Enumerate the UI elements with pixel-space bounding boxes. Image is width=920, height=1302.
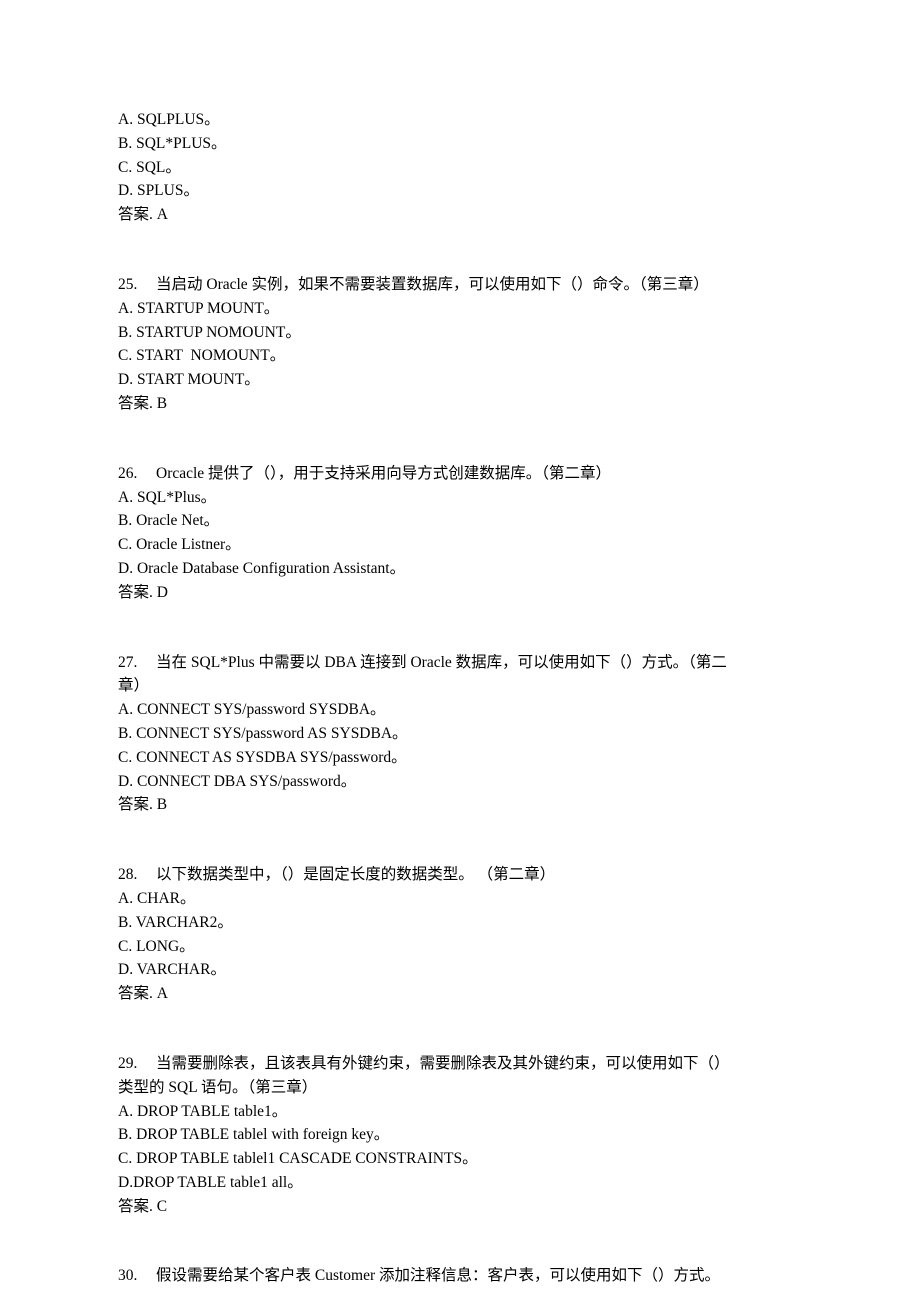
answer-option[interactable]: D. Oracle Database Configuration Assista… <box>118 557 790 581</box>
question-number: 30. <box>118 1267 138 1285</box>
answer-key: 答案. A <box>118 985 168 1003</box>
answer-option[interactable]: A. STARTUP MOUNT。 <box>118 297 790 321</box>
question-stem: 27. 当在 SQL*Plus 中需要以 DBA 连接到 Oracle 数据库，可… <box>118 651 790 675</box>
answer-option[interactable]: C. LONG。 <box>118 935 790 959</box>
question-number: 27. <box>118 653 138 671</box>
question-stem: 28. 以下数据类型中，（）是固定长度的数据类型。 （第二章） <box>118 863 790 887</box>
question-stem: 25. 当启动 Oracle 实例，如果不需要装置数据库，可以使用如下（）命令。（… <box>118 273 790 297</box>
answer-option[interactable]: B. STARTUP NOMOUNT。 <box>118 321 790 345</box>
answer-option[interactable]: A. DROP TABLE table1。 <box>118 1100 790 1124</box>
question-number: 26. <box>118 464 138 482</box>
question-number: 25. <box>118 275 138 293</box>
answer-key: 答案. B <box>118 796 168 814</box>
question-stem-text: 当启动 Oracle 实例，如果不需要装置数据库，可以使用如下（）命令。（第三章… <box>156 275 709 293</box>
answer-option[interactable]: A. CHAR。 <box>118 887 790 911</box>
answer-option[interactable]: D. SPLUS。 <box>118 179 790 203</box>
question-stem: 26. Orcacle 提供了（），用于支持采用向导方式创建数据库。（第二章） <box>118 462 790 486</box>
answer-key: 答案. A <box>118 206 168 224</box>
question-stem: 30. 假设需要给某个客户表 Customer 添加注释信息：客户表，可以使用如下… <box>118 1264 790 1288</box>
answer-option[interactable]: C. Oracle Listner。 <box>118 533 790 557</box>
answer-option[interactable]: C. START NOMOUNT。 <box>118 344 790 368</box>
answer-option[interactable]: B. CONNECT SYS/password AS SYSDBA。 <box>118 722 790 746</box>
question-block: 28. 以下数据类型中，（）是固定长度的数据类型。 （第二章） A. CHAR。 B.… <box>118 863 790 1006</box>
answer-option[interactable]: C. DROP TABLE tablel1 CASCADE CONSTRAINT… <box>118 1147 790 1171</box>
question-stem-text: 假设需要给某个客户表 Customer 添加注释信息：客户表，可以使用如下（）方… <box>156 1267 721 1285</box>
answer-option[interactable]: B. SQL*PLUS。 <box>118 132 790 156</box>
question-stem: 29. 当需要删除表，且该表具有外键约束，需要删除表及其外键约束，可以使用如下（） <box>118 1052 790 1076</box>
answer-option[interactable]: A. SQL*Plus。 <box>118 486 790 510</box>
question-stem-text: 当在 SQL*Plus 中需要以 DBA 连接到 Oracle 数据库，可以使用… <box>156 653 727 671</box>
answer-option[interactable]: D. START MOUNT。 <box>118 368 790 392</box>
question-number: 28. <box>118 866 138 884</box>
answer-option[interactable]: B. DROP TABLE tablel with foreign key。 <box>118 1123 790 1147</box>
question-number: 29. <box>118 1054 138 1072</box>
question-stem-text: 章） <box>118 677 150 695</box>
document-body: A. SQLPLUS。 B. SQL*PLUS。 C. SQL。 D. SPLUS。答… <box>118 108 790 1288</box>
answer-option[interactable]: D.DROP TABLE table1 all。 <box>118 1171 790 1195</box>
answer-option[interactable]: C. SQL。 <box>118 156 790 180</box>
question-stem-continued: 类型的 SQL 语句。（第三章） <box>118 1076 790 1100</box>
answer-key: 答案. C <box>118 1197 168 1215</box>
answer-key: 答案. B <box>118 394 168 412</box>
question-stem-text: 当需要删除表，且该表具有外键约束，需要删除表及其外键约束，可以使用如下（） <box>156 1054 730 1072</box>
answer-option[interactable]: A. CONNECT SYS/password SYSDBA。 <box>118 698 790 722</box>
question-stem-text: 以下数据类型中，（）是固定长度的数据类型。 （第二章） <box>156 866 556 884</box>
answer-option[interactable]: B. VARCHAR2。 <box>118 911 790 935</box>
answer-option[interactable]: D. CONNECT DBA SYS/password。 <box>118 770 790 794</box>
document-page: A. SQLPLUS。 B. SQL*PLUS。 C. SQL。 D. SPLUS。答… <box>0 0 920 1302</box>
answer-key: 答案. D <box>118 583 168 601</box>
question-block: 25. 当启动 Oracle 实例，如果不需要装置数据库，可以使用如下（）命令。（… <box>118 273 790 416</box>
question-block: 30. 假设需要给某个客户表 Customer 添加注释信息：客户表，可以使用如下… <box>118 1264 790 1288</box>
options-continuation-block: A. SQLPLUS。 B. SQL*PLUS。 C. SQL。 D. SPLUS。答… <box>118 108 790 227</box>
question-block: 27. 当在 SQL*Plus 中需要以 DBA 连接到 Oracle 数据库，可… <box>118 651 790 818</box>
answer-option[interactable]: D. VARCHAR。 <box>118 958 790 982</box>
question-block: 26. Orcacle 提供了（），用于支持采用向导方式创建数据库。（第二章） A.… <box>118 462 790 605</box>
question-stem-text: Orcacle 提供了（），用于支持采用向导方式创建数据库。（第二章） <box>156 464 612 482</box>
answer-option[interactable]: A. SQLPLUS。 <box>118 108 790 132</box>
answer-option[interactable]: B. Oracle Net。 <box>118 509 790 533</box>
answer-option[interactable]: C. CONNECT AS SYSDBA SYS/password。 <box>118 746 790 770</box>
question-stem-continued: 章） <box>118 674 790 698</box>
question-block: 29. 当需要删除表，且该表具有外键约束，需要删除表及其外键约束，可以使用如下（）… <box>118 1052 790 1219</box>
question-stem-text: 类型的 SQL 语句。（第三章） <box>118 1078 318 1096</box>
